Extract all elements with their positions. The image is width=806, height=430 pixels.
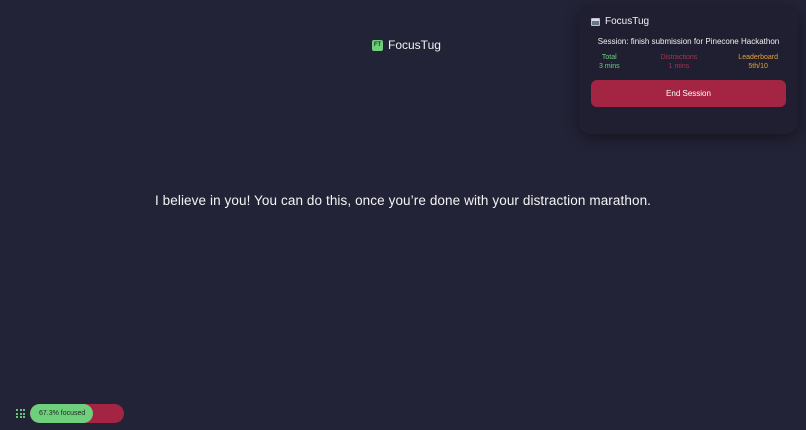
focus-screen: FT FocusTug I believe in you! You can do… — [0, 0, 806, 430]
stat-leaderboard-label: Leaderboard — [738, 54, 778, 61]
stat-leaderboard: Leaderboard 5th/10 — [738, 54, 778, 71]
stat-leaderboard-value: 5th/10 — [748, 62, 768, 70]
app-title: FocusTug — [388, 38, 441, 52]
window-icon — [591, 17, 600, 26]
stat-total-value: 3 mins — [599, 62, 620, 70]
stat-total: Total 3 mins — [599, 54, 620, 71]
stat-distractions-label: Distractions — [660, 54, 698, 61]
encouragement-message: I believe in you! You can do this, once … — [154, 193, 652, 208]
session-name: Session: finish submission for Pinecone … — [597, 37, 780, 46]
focustug-logo-icon: FT — [372, 39, 383, 51]
session-stats: Total 3 mins Distractions 1 mins Leaderb… — [591, 54, 786, 71]
stat-distractions: Distractions 1 mins — [661, 54, 698, 71]
focus-progress-label: 67.3% focused — [39, 410, 86, 417]
stat-total-label: Total — [601, 54, 617, 61]
app-brand: FT FocusTug — [372, 38, 441, 52]
focus-progress-bar: 67.3% focused — [30, 404, 124, 423]
popup-header: FocusTug — [591, 16, 786, 27]
session-popup: FocusTug Session: finish submission for … — [579, 6, 798, 134]
end-session-button[interactable]: End Session — [591, 80, 786, 107]
popup-title: FocusTug — [605, 16, 650, 27]
grid-menu-icon[interactable] — [16, 409, 25, 418]
focus-status-bar: 67.3% focused — [16, 404, 124, 423]
stat-distractions-value: 1 mins — [668, 62, 690, 70]
